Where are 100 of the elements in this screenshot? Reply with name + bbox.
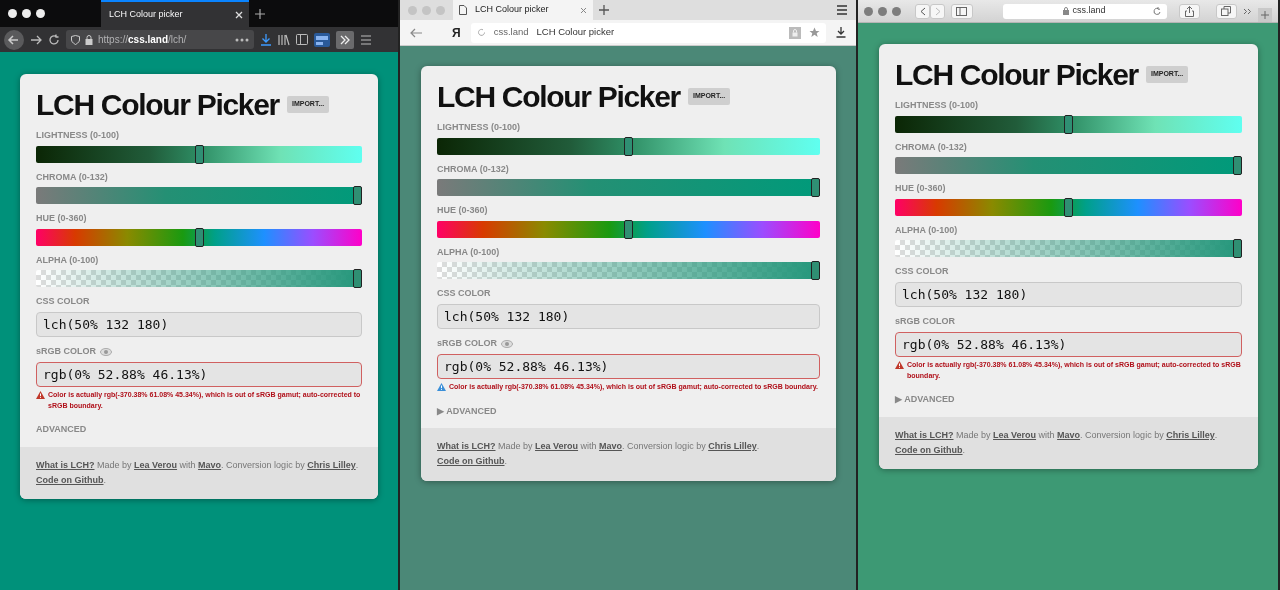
srgb-color-field[interactable]: rgb(0% 52.88% 46.13%) — [895, 331, 1242, 357]
new-tab-icon[interactable] — [599, 5, 609, 15]
back-icon[interactable] — [4, 29, 24, 50]
field-label: sRGB COLOR — [895, 315, 955, 328]
browser-logo[interactable]: Я — [452, 23, 461, 42]
share-icon — [1184, 5, 1194, 17]
browser-tab[interactable]: LCH Colour picker — [453, 0, 593, 20]
sidebar-icon[interactable] — [296, 34, 308, 45]
footer-link[interactable]: What is LCH? — [437, 441, 496, 451]
credits-text: What is LCH? Made by Lea Verou with Mavo. Conversion logic by Chris Lilley. Code on Github. — [437, 440, 761, 469]
footer-link[interactable]: Chris Lilley — [307, 459, 356, 470]
share-button[interactable] — [1178, 3, 1200, 19]
back-icon — [919, 6, 926, 16]
slider-label: HUE (0-360) — [36, 212, 88, 225]
sidebar-button[interactable] — [951, 3, 973, 19]
slider-track[interactable] — [36, 270, 362, 287]
footer-link[interactable]: Lea Verou — [134, 459, 178, 470]
slider-thumb[interactable] — [1064, 114, 1073, 134]
slider-label: CHROMA (0-132) — [437, 162, 510, 176]
library-icon[interactable] — [278, 33, 290, 46]
field-label: CSS COLOR — [437, 287, 492, 300]
slider-thumb[interactable] — [624, 136, 633, 156]
field-label: sRGB COLOR — [437, 337, 497, 350]
advanced-toggle[interactable]: ▶ ADVANCED — [437, 404, 820, 418]
footer-link[interactable]: Chris Lilley — [1166, 429, 1215, 440]
star-icon[interactable] — [809, 27, 820, 38]
slider-label: LIGHTNESS (0-100) — [437, 121, 522, 134]
slider-thumb[interactable] — [1233, 239, 1242, 258]
slider-thumb[interactable] — [353, 186, 362, 205]
slider-label: CHROMA (0-132) — [895, 140, 968, 154]
footer-link[interactable]: Chris Lilley — [708, 441, 757, 451]
slider-label: ALPHA (0-100) — [437, 245, 501, 259]
url-text: css.land — [1072, 4, 1106, 18]
slider-track[interactable] — [437, 220, 820, 238]
footer-link[interactable]: Lea Verou — [535, 441, 579, 451]
advanced-toggle[interactable]: ▶ ADVANCED — [895, 393, 1242, 407]
slider-track[interactable] — [36, 187, 362, 204]
slider-label: ALPHA (0-100) — [36, 253, 100, 267]
page-icon — [459, 5, 467, 15]
slider-label: LIGHTNESS (0-100) — [36, 129, 121, 142]
slider-track[interactable] — [36, 228, 362, 246]
reload-icon[interactable] — [1152, 6, 1161, 16]
reload-icon[interactable] — [48, 33, 60, 46]
slider-thumb[interactable] — [811, 178, 820, 197]
slider-track[interactable] — [895, 240, 1242, 257]
url-text: css.land — [493, 25, 529, 40]
slider-track[interactable] — [895, 198, 1242, 216]
address-bar[interactable]: css.land LCH Colour picker — [470, 22, 826, 43]
page-title-text: LCH Colour picker — [536, 25, 616, 40]
slider-track[interactable] — [437, 137, 820, 155]
srgb-color-field[interactable]: rgb(0% 52.88% 46.13%) — [437, 353, 820, 379]
slider-thumb[interactable] — [194, 144, 204, 164]
advanced-toggle[interactable]: ADVANCED — [36, 423, 362, 437]
lock-icon — [1063, 7, 1070, 15]
download-icon[interactable] — [836, 27, 846, 38]
new-tab-icon[interactable] — [255, 8, 265, 19]
footer-link[interactable]: Lea Verou — [993, 429, 1037, 440]
url-text: https://css.land/lch/ — [98, 33, 188, 47]
credits-text: What is LCH? Made by Lea Verou with Mavo. Conversion logic by Chris Lilley. Code on Github. — [895, 428, 1219, 457]
tabs-button[interactable] — [1215, 3, 1237, 19]
slider-track[interactable] — [895, 157, 1242, 174]
menu-icon[interactable] — [836, 5, 848, 15]
slider-thumb[interactable] — [811, 261, 820, 280]
footer-link[interactable]: What is LCH? — [36, 459, 95, 470]
overflow-icon[interactable] — [336, 30, 354, 49]
slider-track[interactable] — [36, 145, 362, 163]
slider-thumb[interactable] — [624, 219, 633, 239]
css-color-field[interactable]: lch(50% 132 180) — [36, 311, 362, 337]
slider-track[interactable] — [437, 262, 820, 279]
footer-link[interactable]: Code on Github — [437, 456, 505, 467]
shield-icon — [71, 34, 80, 45]
forward-icon — [934, 6, 941, 16]
slider-thumb[interactable] — [1233, 156, 1242, 175]
css-color-field[interactable]: lch(50% 132 180) — [437, 303, 820, 329]
slider-thumb[interactable] — [194, 227, 204, 247]
forward-icon[interactable] — [30, 33, 42, 46]
tabs-icon — [1221, 6, 1232, 16]
slider-thumb[interactable] — [353, 269, 362, 288]
footer-link[interactable]: Code on Github — [895, 444, 963, 455]
extension-icon[interactable] — [314, 32, 330, 47]
more-icon[interactable] — [235, 37, 249, 42]
slider-track[interactable] — [437, 179, 820, 196]
page-heading: LCH Colour Picker — [437, 80, 680, 113]
footer-link[interactable]: What is LCH? — [895, 429, 954, 440]
slider-thumb[interactable] — [1064, 197, 1073, 217]
page-heading: LCH Colour Picker — [895, 58, 1138, 91]
address-bar[interactable]: css.land — [1002, 3, 1167, 19]
css-color-field[interactable]: lch(50% 132 180) — [895, 281, 1242, 307]
slider-track[interactable] — [895, 115, 1242, 133]
lock-icon — [85, 34, 93, 45]
back-button[interactable] — [915, 3, 931, 19]
address-bar[interactable]: https://css.land/lch/ — [66, 30, 254, 49]
slider-label: ALPHA (0-100) — [895, 223, 959, 237]
slider-label: HUE (0-360) — [437, 204, 489, 217]
field-label: sRGB COLOR — [36, 345, 96, 358]
footer-link[interactable]: Code on Github — [36, 474, 104, 485]
menu-icon[interactable] — [360, 34, 372, 45]
field-label: CSS COLOR — [36, 295, 91, 308]
srgb-color-field[interactable]: rgb(0% 52.88% 46.13%) — [36, 361, 362, 387]
browser-tab[interactable]: LCH Colour picker — [101, 0, 249, 27]
